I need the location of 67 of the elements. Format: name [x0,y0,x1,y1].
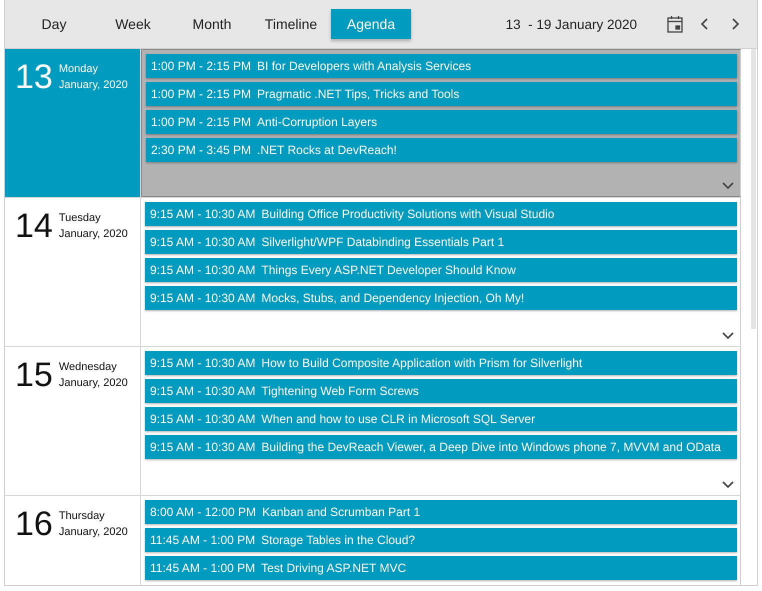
date-range: 13 - 19 January 2020 [506,16,637,32]
view-tab[interactable]: Timeline [252,9,330,39]
view-tab[interactable]: Week [94,9,172,39]
appointment-time: 1:00 PM - 2:15 PM [151,115,252,129]
appointment-time: 9:15 AM - 10:30 AM [150,207,256,221]
appointment-title: Kanban and Scrumban Part 1 [262,505,420,519]
appointment-title: Pragmatic .NET Tips, Tricks and Tools [257,87,460,101]
appointment-time: 9:15 AM - 10:30 AM [150,440,256,454]
weekday-label: Thursday [58,509,106,524]
appointment[interactable]: 2:30 PM - 3:45 PM .NET Rocks at DevReach! [146,138,737,162]
appointment[interactable]: 11:45 AM - 1:00 PM Storage Tables in the Cloud? [145,528,737,552]
chevron-down-icon[interactable] [720,180,736,192]
appointment-time: 1:00 PM - 2:15 PM [151,59,252,73]
appointment[interactable]: 9:15 AM - 10:30 AM Silverlight/WPF Databinding Essentials Part 1 [145,230,737,254]
appointment[interactable]: 9:15 AM - 10:30 AM How to Build Composite Application with Prism for Silverlight [145,351,737,375]
day-number: 13 [15,57,53,97]
appointment[interactable]: 9:15 AM - 10:30 AM When and how to use CLR in Microsoft SQL Server [145,407,737,431]
appointment[interactable]: 9:15 AM - 10:30 AM Things Every ASP.NET Developer Should Know [145,258,737,282]
appointment-title: Storage Tables in the Cloud? [261,533,416,547]
appointment-time: 9:15 AM - 10:30 AM [150,291,256,305]
appointment-title: Anti-Corruption Layers [257,115,378,129]
appointment-title: Test Driving ASP.NET MVC [261,561,406,575]
appointment-title: How to Build Composite Application with Prism for Silverlight [261,356,582,370]
appointment[interactable]: 9:15 AM - 10:30 AM Building the DevReach Viewer, a Deep Dive into Windows phone 7, MVVM and OData [145,435,737,459]
appointment-title: Silverlight/WPF Databinding Essentials Part 1 [261,235,504,249]
appointment-title: Tightening Web Form Screws [261,384,419,398]
view-tab[interactable]: Month [173,9,251,39]
appointment[interactable]: 11:45 AM - 1:00 PM Test Driving ASP.NET MVC [145,556,737,580]
appointment[interactable]: 9:15 AM - 10:30 AM Tightening Web Form Screws [145,379,737,403]
appointment-time: 9:15 AM - 10:30 AM [150,263,256,277]
month-year-label: January, 2020 [58,78,128,93]
appointment[interactable]: 9:15 AM - 10:30 AM Building Office Productivity Solutions with Visual Studio [145,202,737,226]
appointment-time: 9:15 AM - 10:30 AM [150,384,256,398]
day-number: 16 [15,504,53,544]
chevron-down-icon[interactable] [720,330,736,342]
appointment-time: 9:15 AM - 10:30 AM [150,412,256,426]
view-tab[interactable]: Agenda [331,9,411,39]
appointment-time: 9:15 AM - 10:30 AM [150,356,256,370]
appointment[interactable]: 8:00 AM - 12:00 PM Kanban and Scrumban Part 1 [145,500,737,524]
scrollbar-thumb[interactable] [751,49,756,329]
appointment-title: BI for Developers with Analysis Services [257,59,472,73]
weekday-label: Tuesday [58,211,102,226]
day-number: 14 [15,206,53,246]
appointment-title: .NET Rocks at DevReach! [257,143,397,157]
appointment[interactable]: 1:00 PM - 2:15 PM Anti-Corruption Layers [146,110,737,134]
appointment-time: 1:00 PM - 2:15 PM [151,87,252,101]
appointment-title: Things Every ASP.NET Developer Should Know [261,263,516,277]
view-tab[interactable]: Day [15,9,93,39]
appointment[interactable]: 1:00 PM - 2:15 PM Pragmatic .NET Tips, Tricks and Tools [146,82,737,106]
appointment-title: Building Office Productivity Solutions with Visual Studio [261,207,554,221]
chevron-down-icon[interactable] [720,479,736,491]
appointment[interactable]: 1:00 PM - 2:15 PM BI for Developers with Analysis Services [146,54,737,78]
weekday-label: Wednesday [58,360,118,375]
day-number: 15 [15,355,53,395]
month-year-label: January, 2020 [58,525,128,540]
appointment-title: Mocks, Stubs, and Dependency Injection, Oh My! [261,291,524,305]
appointment-time: 11:45 AM - 1:00 PM [150,561,256,575]
appointment-time: 8:00 AM - 12:00 PM [150,505,256,519]
appointment-title: When and how to use CLR in Microsoft SQL Server [261,412,536,426]
month-year-label: January, 2020 [58,227,128,242]
weekday-label: Monday [58,62,99,77]
month-year-label: January, 2020 [58,376,128,391]
appointment[interactable]: 9:15 AM - 10:30 AM Mocks, Stubs, and Dependency Injection, Oh My! [145,286,737,310]
appointment-time: 9:15 AM - 10:30 AM [150,235,256,249]
appointment-title: Building the DevReach Viewer, a Deep Dive into Windows phone 7, MVVM and OData [261,440,721,454]
appointment-time: 2:30 PM - 3:45 PM [151,143,252,157]
appointment-time: 11:45 AM - 1:00 PM [150,533,256,547]
